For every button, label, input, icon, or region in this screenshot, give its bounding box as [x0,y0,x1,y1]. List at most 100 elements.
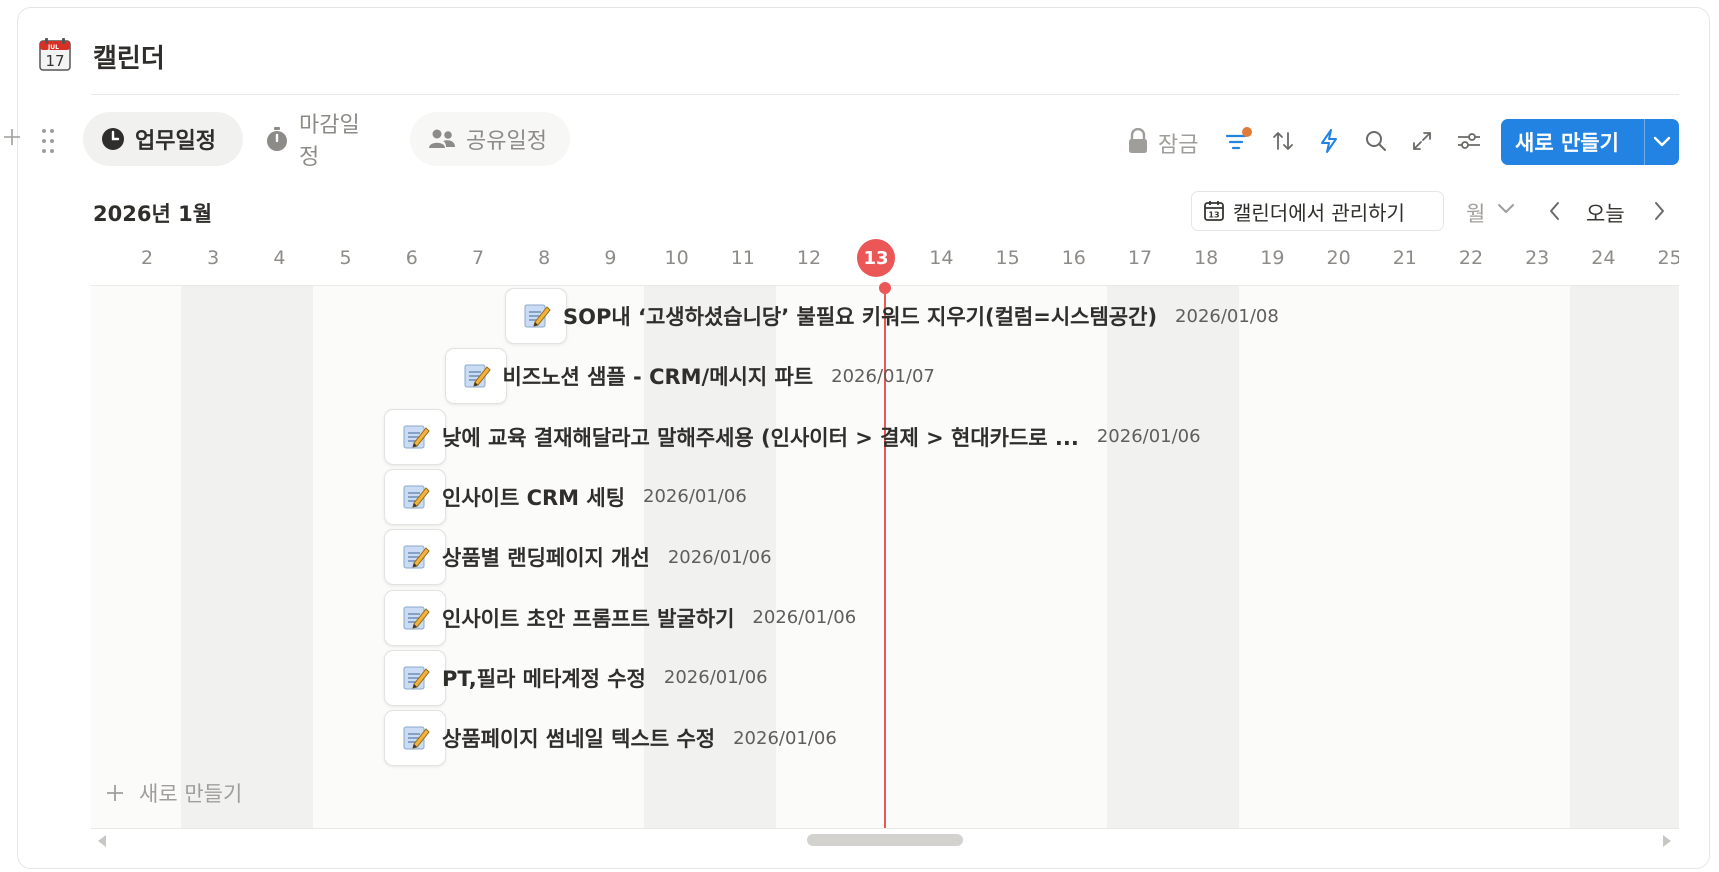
event-icon [384,710,446,767]
tab-label: 공유일정 [466,129,547,154]
horizontal-scrollbar-thumb[interactable] [807,834,963,846]
event-title: 상품별 랜딩페이지 개선 [442,546,650,571]
day-label: 19 [1260,247,1285,269]
lock-icon [1129,128,1147,153]
event-item[interactable]: 낮에 교육 결재해달라고 말해주세용 (인사이터 > 결제 > 현대카드로 ..… [384,408,1201,465]
manage-label: 캘린더에서 관리하기 [1233,200,1405,225]
filter-icon [1225,127,1252,150]
event-icon [505,288,567,344]
add-block-plus-icon[interactable] [2,127,22,147]
event-date: 2026/01/07 [831,365,935,387]
today-marker: 13 [857,239,895,277]
memo-icon [403,666,430,690]
grid-bottom-border [91,828,1679,829]
scroll-right-arrow-icon[interactable] [1661,834,1673,848]
event-icon [384,649,446,706]
stopwatch-icon [267,127,287,151]
tab-deadline-schedule[interactable]: 마감일정 [247,112,397,170]
memo-icon [403,485,430,509]
settings-button[interactable] [1455,127,1483,155]
clock-filled-icon [102,128,124,150]
event-title: 인사이트 CRM 세팅 [442,485,626,510]
automation-button[interactable] [1315,127,1343,155]
memo-icon [464,364,491,388]
day-label: 2 [140,247,154,269]
day-label: 12 [796,247,822,269]
event-item[interactable]: 상품별 랜딩페이지 개선 2026/01/06 [384,529,772,586]
event-item[interactable]: 상품페이지 썸네일 텍스트 수정 2026/01/06 [384,710,837,767]
plus-icon [107,785,123,801]
new-button[interactable]: 새로 만들기 [1501,119,1679,165]
manage-in-calendar-button[interactable]: 13 캘린더에서 관리하기 [1191,191,1444,231]
calendar-icon: JUL 17 [39,38,71,71]
chevron-down-icon [1653,136,1671,147]
event-date: 2026/01/06 [1096,426,1201,448]
event-item[interactable]: 인사이트 초안 프롬프트 발굴하기 2026/01/06 [384,589,856,646]
today-button[interactable]: 오늘 [1586,198,1625,228]
lock-label[interactable]: 잠금 [1158,127,1198,159]
day-label: 17 [1127,247,1153,269]
event-title: 낮에 교육 결재해달라고 말해주세용 (인사이터 > 결제 > 현대카드로 ..… [442,425,1079,450]
day-label: 10 [664,247,689,269]
lock-button[interactable] [1124,127,1152,155]
sort-button[interactable] [1269,127,1297,155]
sliders-icon [1458,133,1480,149]
event-icon [444,348,507,405]
lightning-icon [1321,129,1337,153]
drag-handle-icon[interactable] [40,127,56,155]
event-item[interactable]: SOP내 ‘고생하셨습니당’ 불필요 키워드 지우기(컬럼=시스템공간) 2026… [505,288,1279,344]
day-label: 15 [995,247,1020,269]
event-item[interactable]: 인사이트 CRM 세팅 2026/01/06 [384,468,747,525]
add-row-label: 새로 만들기 [139,782,243,806]
expand-icon [1413,132,1431,150]
event-date: 2026/01/06 [663,667,768,689]
day-label: 8 [538,247,551,269]
chevron-down-icon[interactable] [1497,203,1515,215]
memo-icon [403,545,430,569]
event-item[interactable]: PT,필라 메타계정 수정 2026/01/06 [384,649,768,706]
day-label: 4 [273,247,286,269]
day-label: 25 [1657,247,1680,269]
memo-icon [403,726,430,750]
view-mode-select[interactable]: 월 [1466,198,1485,228]
event-date: 2026/01/06 [667,546,772,568]
memo-icon [403,606,430,629]
scroll-left-arrow-icon[interactable] [96,834,108,848]
weekend-column [1107,286,1239,828]
day-label: 20 [1326,247,1351,269]
event-title: 상품페이지 썸네일 텍스트 수정 [442,727,716,752]
event-icon [384,468,446,525]
event-icon [384,589,446,646]
calendar-small-icon: 13 [1204,201,1224,221]
day-label: 23 [1525,247,1550,269]
svg-text:17: 17 [45,52,64,70]
search-icon [1366,131,1386,151]
event-title: PT,필라 메타계정 수정 [442,666,646,691]
memo-icon [524,304,551,328]
event-date: 2026/01/06 [733,727,837,749]
event-title: 비즈노션 샘플 - CRM/메시지 파트 [502,365,814,390]
tab-shared-schedule[interactable]: 공유일정 [410,112,570,166]
event-title: 인사이트 초안 프롬프트 발굴하기 [442,606,735,631]
event-item[interactable]: 비즈노션 샘플 - CRM/메시지 파트 2026/01/07 [444,348,935,405]
day-label: 21 [1392,247,1417,269]
day-label: 7 [471,247,485,269]
new-button-label: 새로 만들기 [1515,131,1619,155]
chevron-left-icon[interactable] [1548,201,1562,221]
day-label: 18 [1194,247,1219,269]
filter-button[interactable] [1224,127,1252,155]
add-new-row[interactable]: 새로 만들기 [105,778,242,808]
weekend-column [1570,286,1679,828]
tab-label: 마감일정 [299,113,360,170]
day-label: 16 [1061,247,1086,269]
event-title: SOP내 ‘고생하셨습니당’ 불필요 키워드 지우기(컬럼=시스템공간) [563,305,1158,329]
day-label: 24 [1591,247,1616,269]
new-button-dropdown[interactable] [1645,136,1679,148]
event-date: 2026/01/06 [643,486,747,508]
day-label: 11 [730,247,755,269]
search-button[interactable] [1362,127,1390,155]
chevron-right-icon[interactable] [1652,201,1666,221]
expand-button[interactable] [1408,127,1436,155]
tab-work-schedule[interactable]: 업무일정 [83,112,243,166]
memo-icon [403,425,430,449]
